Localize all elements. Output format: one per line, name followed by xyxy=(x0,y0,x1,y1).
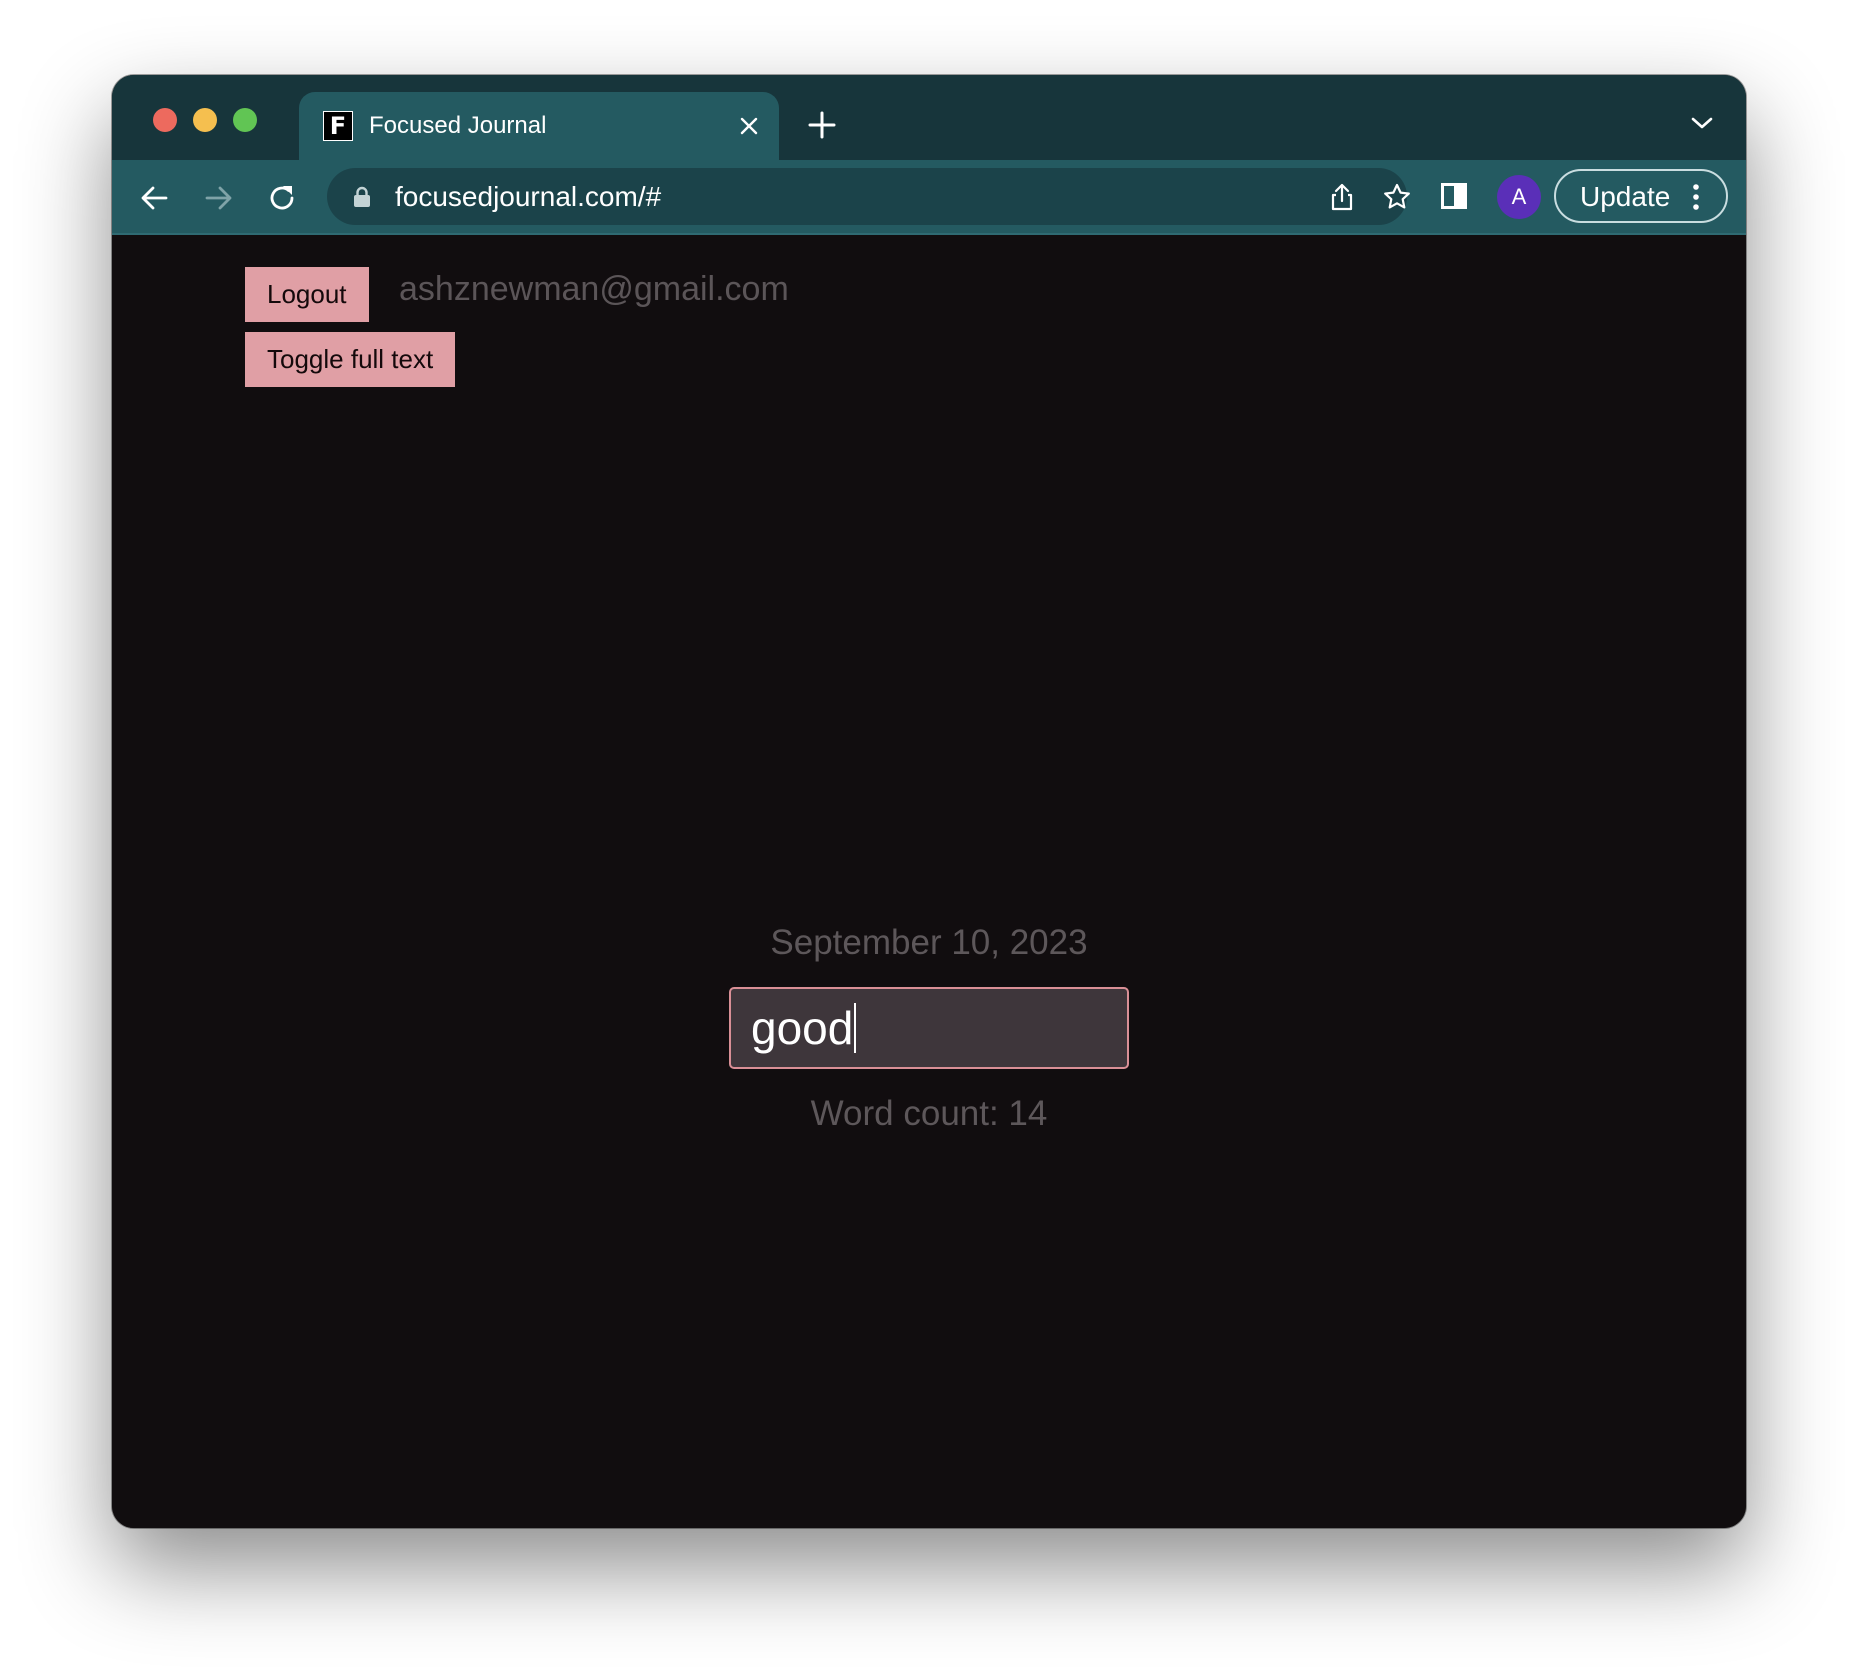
browser-window: F Focused Journal focusedjournal.com/# A… xyxy=(112,75,1746,1528)
word-count: Word count: 14 xyxy=(810,1094,1048,1133)
share-icon[interactable] xyxy=(1327,182,1357,212)
tab-strip: F Focused Journal xyxy=(112,75,1746,160)
more-options-icon[interactable] xyxy=(1690,182,1702,212)
user-email: ashznewman@gmail.com xyxy=(399,270,789,308)
forward-arrow-icon[interactable] xyxy=(202,182,234,214)
side-panel-icon[interactable] xyxy=(1440,182,1468,210)
back-arrow-icon[interactable] xyxy=(139,182,171,214)
update-label: Update xyxy=(1580,181,1671,212)
reload-icon[interactable] xyxy=(266,182,298,214)
entry-date: September 10, 2023 xyxy=(770,923,1088,962)
entry-text-wrapper[interactable]: good xyxy=(751,1002,857,1054)
favicon-icon: F xyxy=(323,111,353,141)
profile-avatar[interactable]: A xyxy=(1497,175,1541,219)
lock-icon[interactable] xyxy=(352,186,372,208)
close-icon[interactable] xyxy=(739,116,759,136)
address-bar[interactable]: focusedjournal.com/# xyxy=(327,168,1410,225)
browser-toolbar: focusedjournal.com/# A Update xyxy=(112,160,1746,235)
zoom-window-button[interactable] xyxy=(233,108,257,132)
bookmark-star-icon[interactable] xyxy=(1382,182,1412,212)
text-caret xyxy=(854,1003,857,1053)
journal-entry-input[interactable]: good xyxy=(729,987,1129,1069)
page-content: Logout ashznewman@gmail.com Toggle full … xyxy=(112,235,1746,1528)
url-text[interactable]: focusedjournal.com/# xyxy=(395,182,661,212)
chevron-down-icon[interactable] xyxy=(1690,115,1714,131)
entry-value[interactable]: good xyxy=(751,1002,853,1054)
close-window-button[interactable] xyxy=(153,108,177,132)
toggle-full-text-button[interactable]: Toggle full text xyxy=(245,332,456,387)
minimize-window-button[interactable] xyxy=(193,108,217,132)
update-button[interactable]: Update xyxy=(1554,169,1728,223)
tab-title: Focused Journal xyxy=(369,112,547,139)
logout-button[interactable]: Logout xyxy=(245,267,369,322)
new-tab-icon[interactable] xyxy=(807,110,837,140)
tab-focused-journal[interactable]: F Focused Journal xyxy=(299,92,779,160)
